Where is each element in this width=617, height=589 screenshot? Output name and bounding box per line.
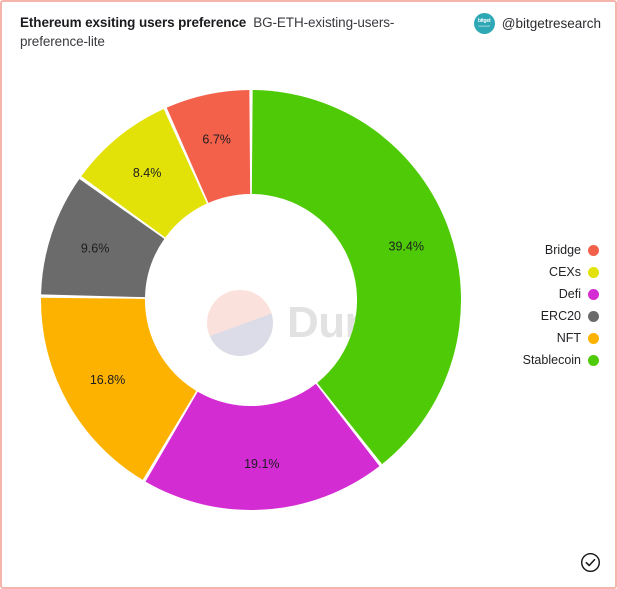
slice-value-label: 16.8% — [90, 373, 125, 387]
legend-item-label: ERC20 — [540, 309, 581, 323]
legend-item-label: NFT — [556, 331, 581, 345]
avatar: bitget research — [473, 13, 495, 34]
legend-item[interactable]: Defi — [479, 286, 599, 302]
legend-color-swatch — [588, 332, 599, 344]
page-title: Ethereum exsiting users preference — [20, 15, 247, 30]
legend-item[interactable]: Bridge — [479, 242, 599, 258]
donut-slices — [41, 90, 462, 510]
check-circle-icon[interactable] — [580, 552, 601, 573]
legend-item[interactable]: Stablecoin — [479, 352, 599, 368]
legend-item-label: CEXs — [549, 265, 581, 279]
slice-value-label: 9.6% — [81, 241, 110, 255]
legend-item[interactable]: ERC20 — [479, 308, 599, 324]
account-badge[interactable]: bitget research @bitgetresearch — [473, 13, 601, 34]
legend-color-swatch — [588, 288, 599, 300]
chart-header: Ethereum exsiting users preference BG-ETH… — [2, 2, 615, 62]
legend-item[interactable]: CEXs — [479, 264, 599, 280]
chart-card: Ethereum exsiting users preference BG-ETH… — [0, 0, 617, 589]
legend: Bridge CEXs Defi ERC20 NFT Stablecoin — [479, 242, 599, 368]
slice-value-label: 19.1% — [244, 457, 279, 471]
account-handle: @bitgetresearch — [501, 16, 601, 31]
legend-color-swatch — [588, 244, 599, 256]
legend-color-swatch — [588, 266, 599, 278]
slice-value-label: 8.4% — [133, 166, 162, 180]
legend-item-label: Stablecoin — [522, 353, 581, 367]
legend-color-swatch — [588, 354, 599, 366]
legend-color-swatch — [588, 310, 599, 322]
avatar-submark: research — [478, 24, 491, 28]
legend-item-label: Bridge — [544, 243, 581, 257]
legend-item[interactable]: NFT — [479, 330, 599, 346]
slice-value-label: 6.7% — [202, 132, 231, 146]
legend-item-label: Defi — [558, 287, 581, 301]
slice-value-label: 39.4% — [389, 239, 424, 253]
title-line: Ethereum exsiting users preference BG-ETH… — [20, 13, 440, 51]
